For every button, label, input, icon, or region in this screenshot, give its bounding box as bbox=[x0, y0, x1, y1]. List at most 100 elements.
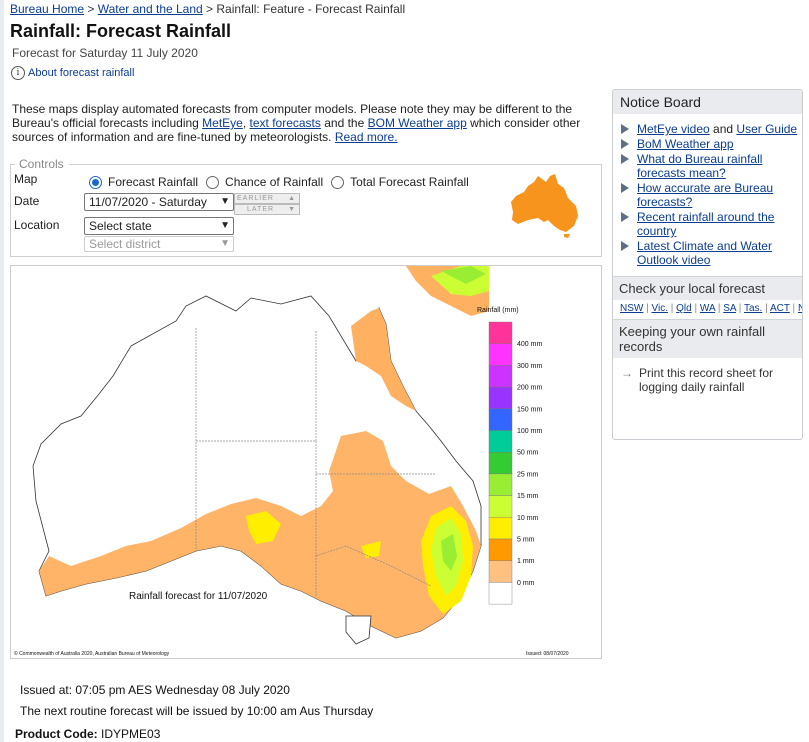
radio-forecast-rainfall[interactable]: Forecast Rainfall bbox=[89, 175, 198, 189]
state-link-wa[interactable]: WA bbox=[700, 303, 715, 314]
state-link-vic[interactable]: Vic. bbox=[652, 303, 669, 314]
forecast-date-subtitle: Forecast for Saturday 11 July 2020 bbox=[12, 46, 198, 60]
breadcrumb: Bureau Home > Water and the Land > Rainf… bbox=[10, 2, 406, 16]
district-select[interactable]: Select district ▼ bbox=[84, 236, 234, 252]
legend-level-label: 15 mm bbox=[517, 493, 539, 500]
chevron-down-icon: ▼ bbox=[220, 238, 230, 249]
legend-swatch bbox=[488, 365, 513, 388]
radio-dot[interactable] bbox=[331, 175, 345, 189]
radio-dot-selected[interactable] bbox=[89, 175, 102, 189]
meteye-video-link[interactable]: MetEye video bbox=[637, 122, 710, 136]
bom-weather-app-link[interactable]: BOM Weather app bbox=[368, 116, 467, 130]
rainfall-map: Rainfall (mm) 400 mm 300 mm 200 mm 150 mm 100… bbox=[10, 265, 602, 659]
legend-level-label: 5 mm bbox=[517, 537, 535, 544]
forecast-accuracy-link[interactable]: How accurate are Bureau forecasts? bbox=[637, 181, 773, 209]
info-icon: i bbox=[11, 66, 25, 80]
about-forecast-label[interactable]: About forecast rainfall bbox=[28, 67, 134, 79]
notice-item-climate-outlook[interactable]: Latest Climate and Water Outlook video bbox=[621, 239, 802, 267]
legend-swatch bbox=[488, 538, 513, 561]
notice-item-forecast-accuracy[interactable]: How accurate are Bureau forecasts? bbox=[621, 181, 802, 209]
legend-swatch bbox=[488, 473, 513, 496]
breadcrumb-home[interactable]: Bureau Home bbox=[10, 2, 84, 16]
state-link-act[interactable]: ACT bbox=[770, 303, 790, 314]
legend-swatch bbox=[488, 495, 513, 518]
local-forecast-links: NSW | Vic. | Qld | WA | SA | Tas. | ACT … bbox=[613, 300, 802, 319]
legend-level-label: 1 mm bbox=[517, 558, 535, 565]
legend-level-label: 25 mm bbox=[517, 471, 539, 478]
state-select[interactable]: Select state ▼ bbox=[84, 217, 234, 235]
legend-swatch bbox=[488, 451, 513, 475]
arrow-right-icon: → bbox=[621, 366, 633, 380]
triangle-bullet-icon bbox=[621, 139, 629, 149]
legend-level-label: 0 mm bbox=[517, 580, 535, 587]
chevron-down-icon: ▼ bbox=[220, 220, 230, 231]
triangle-bullet-icon bbox=[621, 183, 629, 193]
forecasts-mean-link[interactable]: What do Bureau rainfall forecasts mean? bbox=[637, 152, 762, 180]
later-button[interactable]: LATER ▼ bbox=[234, 204, 300, 215]
triangle-bullet-icon bbox=[621, 154, 629, 164]
user-guide-link[interactable]: User Guide bbox=[736, 122, 797, 136]
triangle-bullet-icon bbox=[621, 124, 629, 134]
radio-dot[interactable] bbox=[206, 175, 220, 189]
product-code: Product Code: IDYPME03 bbox=[15, 727, 161, 741]
bom-weather-app-notice-link[interactable]: BoM Weather app bbox=[637, 137, 734, 151]
notice-board-list: MetEye video and User Guide BoM Weather … bbox=[613, 114, 802, 267]
legend-level-label: 400 mm bbox=[517, 341, 542, 348]
date-select[interactable]: 11/07/2020 - Saturday ▼ bbox=[84, 193, 234, 211]
map-type-radio-group: Forecast Rainfall Chance of Rainfall Tot… bbox=[89, 175, 477, 189]
notice-item-meteye-video[interactable]: MetEye video and User Guide bbox=[621, 122, 802, 136]
notice-item-bom-weather-app[interactable]: BoM Weather app bbox=[621, 137, 802, 151]
map-copyright: © Commonwealth of Australia 2020, Austra… bbox=[14, 650, 170, 657]
radio-total-forecast-rainfall[interactable]: Total Forecast Rainfall bbox=[331, 175, 469, 189]
intro-text: and the bbox=[320, 116, 368, 130]
state-link-nt[interactable]: NT bbox=[798, 303, 802, 314]
date-label: Date bbox=[14, 194, 40, 208]
legend-level-label: 100 mm bbox=[517, 428, 542, 435]
legend-swatch bbox=[488, 430, 513, 453]
local-forecast-heading: Check your local forecast bbox=[613, 276, 802, 300]
about-forecast-link[interactable]: i About forecast rainfall bbox=[11, 66, 134, 80]
legend-swatch bbox=[488, 582, 513, 605]
notice-board: Notice Board MetEye video and User Guide… bbox=[612, 89, 803, 440]
print-record-sheet-label[interactable]: Print this record sheet for logging dail… bbox=[639, 366, 796, 394]
meteye-link[interactable]: MetEye bbox=[202, 116, 243, 130]
notice-item-forecasts-mean[interactable]: What do Bureau rainfall forecasts mean? bbox=[621, 152, 802, 180]
intro-paragraph: These maps display automated forecasts f… bbox=[12, 102, 597, 144]
forecast-rainfall-map-image: Rainfall (mm) 400 mm 300 mm 200 mm 150 mm 100… bbox=[14, 266, 569, 657]
chevron-down-icon: ▼ bbox=[220, 196, 230, 207]
state-link-qld[interactable]: Qld bbox=[676, 303, 692, 314]
text-forecasts-link[interactable]: text forecasts bbox=[250, 116, 321, 130]
notice-item-recent-rainfall[interactable]: Recent rainfall around the country bbox=[621, 210, 802, 238]
read-more-link[interactable]: Read more. bbox=[335, 130, 398, 144]
state-link-tas[interactable]: Tas. bbox=[744, 303, 762, 314]
legend-swatch bbox=[488, 560, 513, 583]
triangle-bullet-icon bbox=[621, 241, 629, 251]
legend-swatch bbox=[488, 343, 513, 366]
legend-level-label: 300 mm bbox=[517, 363, 542, 370]
recent-rainfall-link[interactable]: Recent rainfall around the country bbox=[637, 210, 774, 238]
earlier-button[interactable]: EARLIER ▲ bbox=[234, 193, 300, 204]
climate-outlook-video-link[interactable]: Latest Climate and Water Outlook video bbox=[637, 239, 772, 267]
state-link-sa[interactable]: SA bbox=[723, 303, 736, 314]
location-label: Location bbox=[14, 218, 60, 232]
state-link-nsw[interactable]: NSW bbox=[620, 303, 643, 314]
controls-legend: Controls bbox=[17, 157, 66, 171]
legend-level-label: 10 mm bbox=[517, 515, 539, 522]
legend-level-label: 150 mm bbox=[517, 406, 542, 413]
issued-time: Issued at: 07:05 pm AES Wednesday 08 Jul… bbox=[20, 683, 290, 697]
breadcrumb-current: Rainfall: Feature - Forecast Rainfall bbox=[216, 2, 406, 16]
legend-title: Rainfall (mm) bbox=[477, 307, 519, 314]
chevron-up-icon: ▲ bbox=[288, 195, 296, 202]
legend-level-label: 50 mm bbox=[517, 450, 539, 457]
page-edge bbox=[0, 0, 4, 742]
notice-board-title: Notice Board bbox=[613, 90, 802, 114]
legend-swatch bbox=[488, 321, 513, 344]
intro-separator: , bbox=[242, 116, 250, 130]
print-record-sheet-item[interactable]: → Print this record sheet for logging da… bbox=[613, 358, 802, 400]
radio-chance-of-rainfall[interactable]: Chance of Rainfall bbox=[206, 175, 323, 189]
breadcrumb-water-land[interactable]: Water and the Land bbox=[98, 2, 203, 16]
next-forecast-time: The next routine forecast will be issued… bbox=[20, 704, 374, 718]
legend-swatch bbox=[488, 408, 513, 431]
map-caption: Rainfall forecast for 11/07/2020 bbox=[129, 591, 268, 602]
legend-swatch bbox=[488, 517, 513, 540]
